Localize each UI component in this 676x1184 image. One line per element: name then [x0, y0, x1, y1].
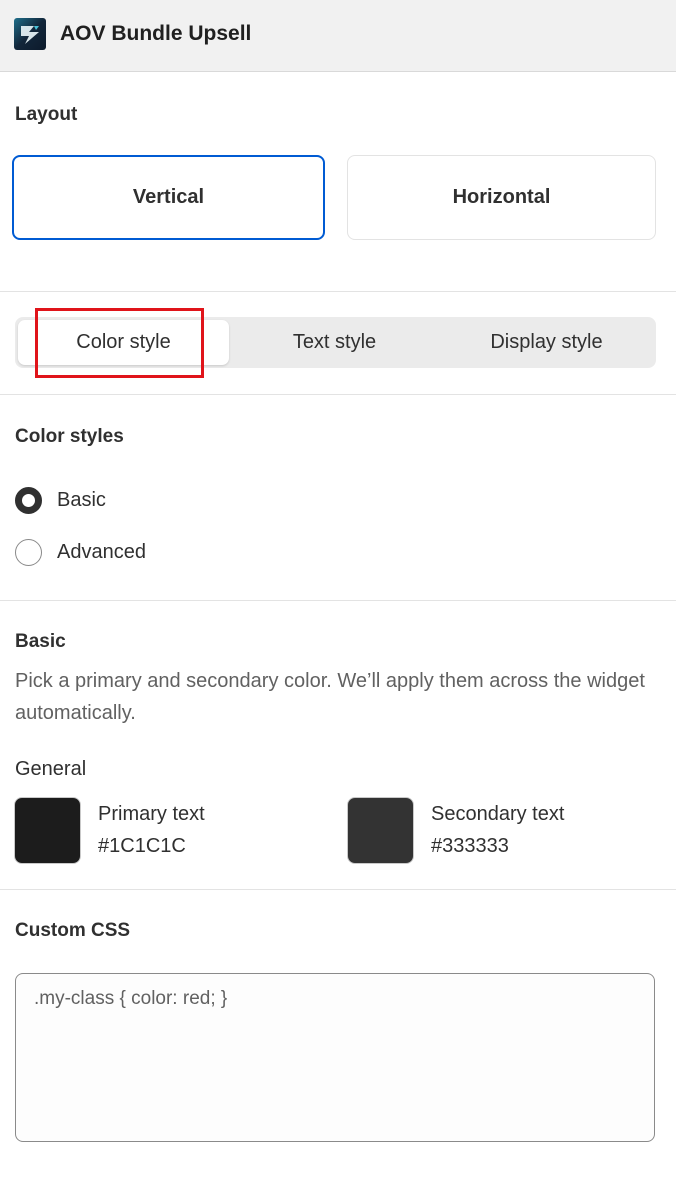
- secondary-text-color-swatch[interactable]: [347, 797, 414, 864]
- basic-description: Pick a primary and secondary color. We’l…: [15, 670, 645, 724]
- layout-option-label: Vertical: [132, 186, 205, 208]
- radio-label: Basic: [57, 488, 106, 511]
- primary-text-label: Primary text: [98, 803, 205, 825]
- secondary-text-label: Secondary text: [431, 803, 565, 825]
- tab-display-style[interactable]: Display style: [440, 320, 653, 365]
- custom-css-input[interactable]: [15, 973, 655, 1142]
- section-divider: [0, 600, 676, 601]
- layout-section-title: Layout: [15, 104, 78, 125]
- tab-label: Display style: [490, 331, 603, 353]
- tab-text-style[interactable]: Text style: [229, 320, 440, 365]
- radio-advanced[interactable]: Advanced: [15, 538, 146, 566]
- radio-basic[interactable]: Basic: [15, 486, 106, 514]
- aov-app-logo-icon: [14, 18, 46, 50]
- tab-label: Text style: [292, 331, 377, 353]
- color-styles-title: Color styles: [15, 426, 124, 447]
- radio-unchecked-icon[interactable]: [15, 538, 42, 566]
- secondary-text-value: #333333: [431, 835, 509, 857]
- app-header: AOV Bundle Upsell: [0, 0, 676, 72]
- layout-option-label: Horizontal: [452, 186, 551, 208]
- app-title: AOV Bundle Upsell: [60, 22, 252, 45]
- primary-text-color-swatch[interactable]: [14, 797, 81, 864]
- radio-checked-icon[interactable]: [15, 486, 42, 514]
- custom-css-title: Custom CSS: [15, 920, 131, 941]
- general-label: General: [15, 758, 87, 780]
- layout-option-vertical[interactable]: Vertical: [12, 155, 325, 240]
- tab-color-style[interactable]: Color style: [18, 320, 229, 365]
- primary-text-value: #1C1C1C: [98, 835, 186, 857]
- style-tabs: Color style Text style Display style: [15, 317, 656, 368]
- basic-section-title: Basic: [15, 631, 66, 652]
- section-divider: [0, 291, 676, 292]
- layout-option-horizontal[interactable]: Horizontal: [347, 155, 656, 240]
- section-divider: [0, 394, 676, 395]
- radio-label: Advanced: [57, 540, 146, 563]
- tab-label: Color style: [76, 331, 171, 353]
- section-divider: [0, 889, 676, 890]
